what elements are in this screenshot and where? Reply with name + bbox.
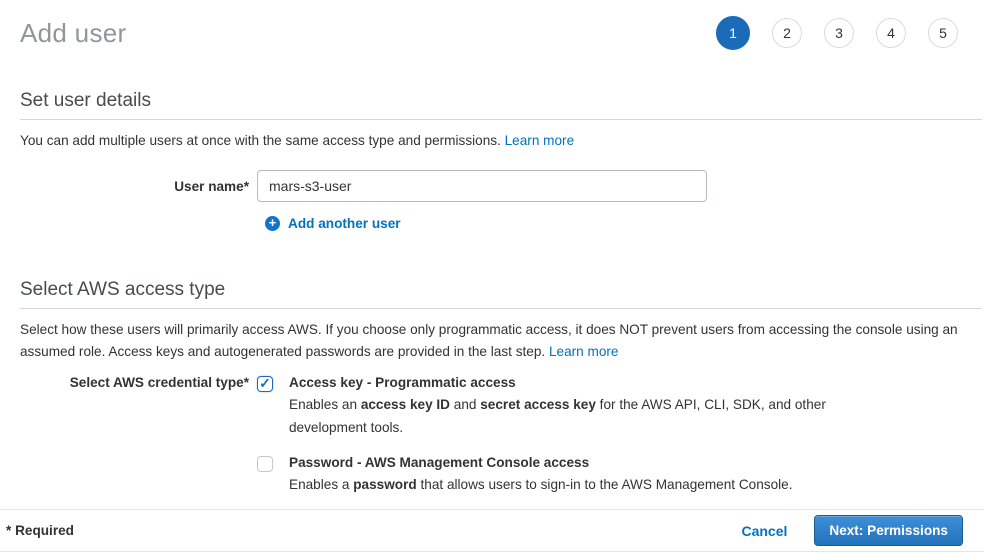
wizard-footer: * Required Cancel Next: Permissions: [0, 509, 984, 552]
next-permissions-button[interactable]: Next: Permissions: [814, 515, 963, 546]
password-option-title[interactable]: Password - AWS Management Console access: [289, 455, 793, 470]
user-details-intro-text: You can add multiple users at once with …: [20, 133, 505, 148]
step-4: 4: [876, 18, 906, 48]
option-access-key-content: Access key - Programmatic access Enables…: [289, 375, 837, 439]
section-heading-access-type: Select AWS access type: [20, 279, 964, 301]
checkmark-icon: ✓: [259, 376, 271, 390]
learn-more-link-access-type[interactable]: Learn more: [549, 344, 619, 359]
credential-options: ✓ Access key - Programmatic access Enabl…: [257, 375, 837, 496]
add-another-user-button[interactable]: + Add another user: [265, 216, 964, 231]
option-password: ✓ Password - AWS Management Console acce…: [257, 455, 837, 496]
add-another-user-label[interactable]: Add another user: [288, 216, 401, 231]
step-2-number: 2: [783, 25, 791, 41]
learn-more-link-user-details[interactable]: Learn more: [505, 133, 575, 148]
step-5-number: 5: [939, 25, 947, 41]
user-details-intro: You can add multiple users at once with …: [20, 130, 964, 152]
main-content: Set user details You can add multiple us…: [0, 90, 984, 497]
required-note: * Required: [6, 523, 741, 538]
page-title: Add user: [20, 18, 126, 49]
access-type-intro: Select how these users will primarily ac…: [20, 319, 964, 363]
step-indicator: 1 2 3 4 5: [716, 16, 958, 50]
password-option-description: Enables a password that allows users to …: [289, 474, 793, 496]
credential-type-label: Select AWS credential type*: [20, 375, 257, 390]
option-password-content: Password - AWS Management Console access…: [289, 455, 793, 496]
user-name-row: User name*: [20, 170, 964, 202]
option-access-key: ✓ Access key - Programmatic access Enabl…: [257, 375, 837, 439]
access-key-checkbox[interactable]: ✓: [257, 376, 273, 392]
user-name-input[interactable]: [257, 170, 707, 202]
step-4-number: 4: [887, 25, 895, 41]
step-1: 1: [716, 16, 750, 50]
section-divider: [20, 308, 982, 309]
access-key-option-description: Enables an access key ID and secret acce…: [289, 394, 837, 439]
step-1-number: 1: [729, 25, 737, 41]
step-5: 5: [928, 18, 958, 48]
credential-type-row: Select AWS credential type* ✓ Access key…: [20, 375, 964, 496]
step-2: 2: [772, 18, 802, 48]
plus-circle-icon: +: [265, 216, 280, 231]
user-name-label: User name*: [20, 170, 257, 194]
page-header: Add user 1 2 3 4 5: [0, 0, 984, 50]
step-3: 3: [824, 18, 854, 48]
section-heading-user-details: Set user details: [20, 90, 964, 112]
step-3-number: 3: [835, 25, 843, 41]
access-type-intro-text: Select how these users will primarily ac…: [20, 322, 958, 359]
cancel-button[interactable]: Cancel: [741, 523, 787, 539]
access-key-option-title[interactable]: Access key - Programmatic access: [289, 375, 837, 390]
section-divider: [20, 119, 982, 120]
password-checkbox[interactable]: ✓: [257, 456, 273, 472]
